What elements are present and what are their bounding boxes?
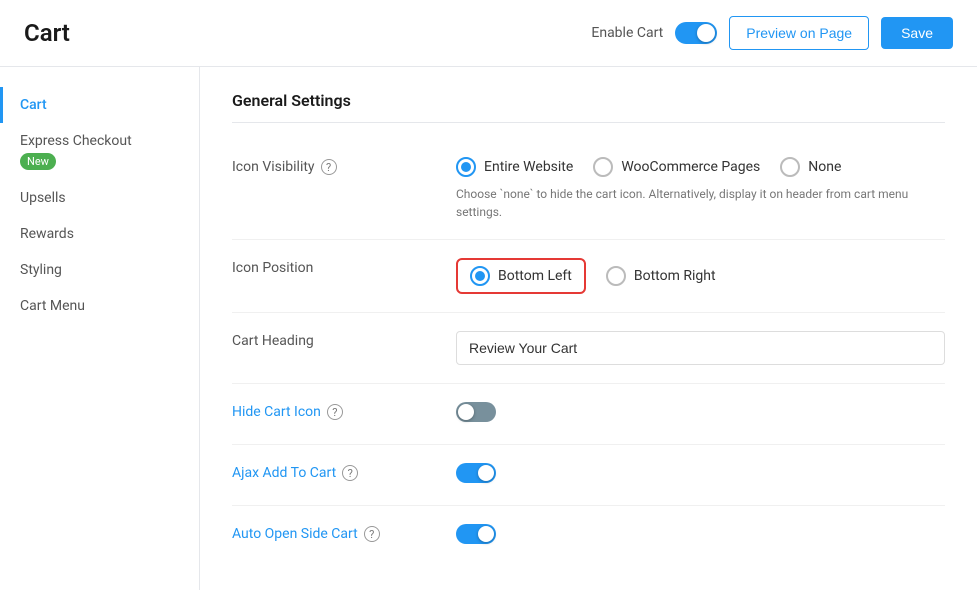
- save-button[interactable]: Save: [881, 17, 953, 49]
- hide-cart-icon-help-icon[interactable]: ?: [327, 404, 343, 420]
- icon-visibility-row: Icon Visibility ? Entire Website: [232, 139, 945, 240]
- radio-none[interactable]: None: [780, 157, 841, 177]
- radio-entire-website[interactable]: Entire Website: [456, 157, 573, 177]
- preview-on-page-button[interactable]: Preview on Page: [729, 16, 869, 50]
- ajax-add-to-cart-row: Ajax Add To Cart ?: [232, 445, 945, 506]
- sidebar-item-styling[interactable]: Styling: [0, 252, 199, 288]
- toggle-track: [675, 22, 717, 44]
- radio-outer-woocommerce: [593, 157, 613, 177]
- radio-label-entire-website: Entire Website: [484, 159, 573, 175]
- icon-visibility-radio-group: Entire Website WooCommerce Pages None: [456, 157, 945, 177]
- auto-open-side-cart-help-icon[interactable]: ?: [364, 526, 380, 542]
- auto-open-side-cart-control: [456, 524, 945, 548]
- hide-cart-icon-track: [456, 402, 496, 422]
- section-title: General Settings: [232, 91, 945, 123]
- auto-open-side-cart-thumb: [478, 526, 494, 542]
- header: Cart Enable Cart Preview on Page Save: [0, 0, 977, 67]
- radio-bottom-left[interactable]: Bottom Left: [456, 258, 586, 294]
- ajax-add-to-cart-track: [456, 463, 496, 483]
- enable-cart-label: Enable Cart: [591, 25, 663, 41]
- icon-visibility-help-icon[interactable]: ?: [321, 159, 337, 175]
- icon-visibility-control: Entire Website WooCommerce Pages None: [456, 157, 945, 221]
- radio-woocommerce-pages[interactable]: WooCommerce Pages: [593, 157, 760, 177]
- radio-inner-bottom-left: [475, 271, 485, 281]
- sidebar-item-rewards[interactable]: Rewards: [0, 216, 199, 252]
- sidebar-item-cart[interactable]: Cart: [0, 87, 199, 123]
- icon-visibility-help-text: Choose `none` to hide the cart icon. Alt…: [456, 185, 945, 221]
- icon-position-control: Bottom Left Bottom Right: [456, 258, 945, 294]
- icon-position-row: Icon Position Bottom Left: [232, 240, 945, 313]
- app-container: Cart Enable Cart Preview on Page Save Ca…: [0, 0, 977, 590]
- ajax-add-to-cart-label: Ajax Add To Cart ?: [232, 463, 432, 481]
- radio-bottom-right[interactable]: Bottom Right: [606, 266, 716, 286]
- ajax-add-to-cart-control: [456, 463, 945, 487]
- icon-visibility-label: Icon Visibility ?: [232, 157, 432, 175]
- cart-heading-row: Cart Heading: [232, 313, 945, 384]
- cart-heading-control: [456, 331, 945, 365]
- hide-cart-icon-row: Hide Cart Icon ?: [232, 384, 945, 445]
- sidebar-item-upsells[interactable]: Upsells: [0, 180, 199, 216]
- sidebar-item-cart-menu[interactable]: Cart Menu: [0, 288, 199, 324]
- sidebar-item-express-checkout[interactable]: Express Checkout New: [0, 123, 199, 180]
- radio-label-bottom-left: Bottom Left: [498, 268, 572, 284]
- auto-open-side-cart-toggle[interactable]: [456, 524, 496, 544]
- auto-open-side-cart-label: Auto Open Side Cart ?: [232, 524, 432, 542]
- hide-cart-icon-toggle[interactable]: [456, 402, 496, 422]
- cart-heading-input[interactable]: [456, 331, 945, 365]
- express-checkout-badge: New: [20, 153, 56, 170]
- cart-heading-label: Cart Heading: [232, 331, 432, 349]
- icon-position-label: Icon Position: [232, 258, 432, 276]
- radio-inner-entire-website: [461, 162, 471, 172]
- radio-label-woocommerce: WooCommerce Pages: [621, 159, 760, 175]
- hide-cart-icon-thumb: [458, 404, 474, 420]
- toggle-thumb: [697, 24, 715, 42]
- radio-outer-bottom-left: [470, 266, 490, 286]
- radio-outer-none: [780, 157, 800, 177]
- radio-label-none: None: [808, 159, 841, 175]
- enable-cart-toggle[interactable]: [675, 22, 717, 44]
- content-area: General Settings Icon Visibility ? Entir: [200, 67, 977, 590]
- header-actions: Enable Cart Preview on Page Save: [591, 16, 953, 50]
- sidebar: Cart Express Checkout New Upsells Reward…: [0, 67, 200, 590]
- page-title: Cart: [24, 19, 591, 47]
- radio-label-bottom-right: Bottom Right: [634, 268, 716, 284]
- ajax-add-to-cart-toggle[interactable]: [456, 463, 496, 483]
- radio-outer-bottom-right: [606, 266, 626, 286]
- auto-open-side-cart-track: [456, 524, 496, 544]
- icon-position-radio-group: Bottom Left Bottom Right: [456, 258, 945, 294]
- radio-outer-entire-website: [456, 157, 476, 177]
- hide-cart-icon-control: [456, 402, 945, 426]
- ajax-add-to-cart-help-icon[interactable]: ?: [342, 465, 358, 481]
- ajax-add-to-cart-thumb: [478, 465, 494, 481]
- hide-cart-icon-label: Hide Cart Icon ?: [232, 402, 432, 420]
- main-layout: Cart Express Checkout New Upsells Reward…: [0, 67, 977, 590]
- auto-open-side-cart-row: Auto Open Side Cart ?: [232, 506, 945, 566]
